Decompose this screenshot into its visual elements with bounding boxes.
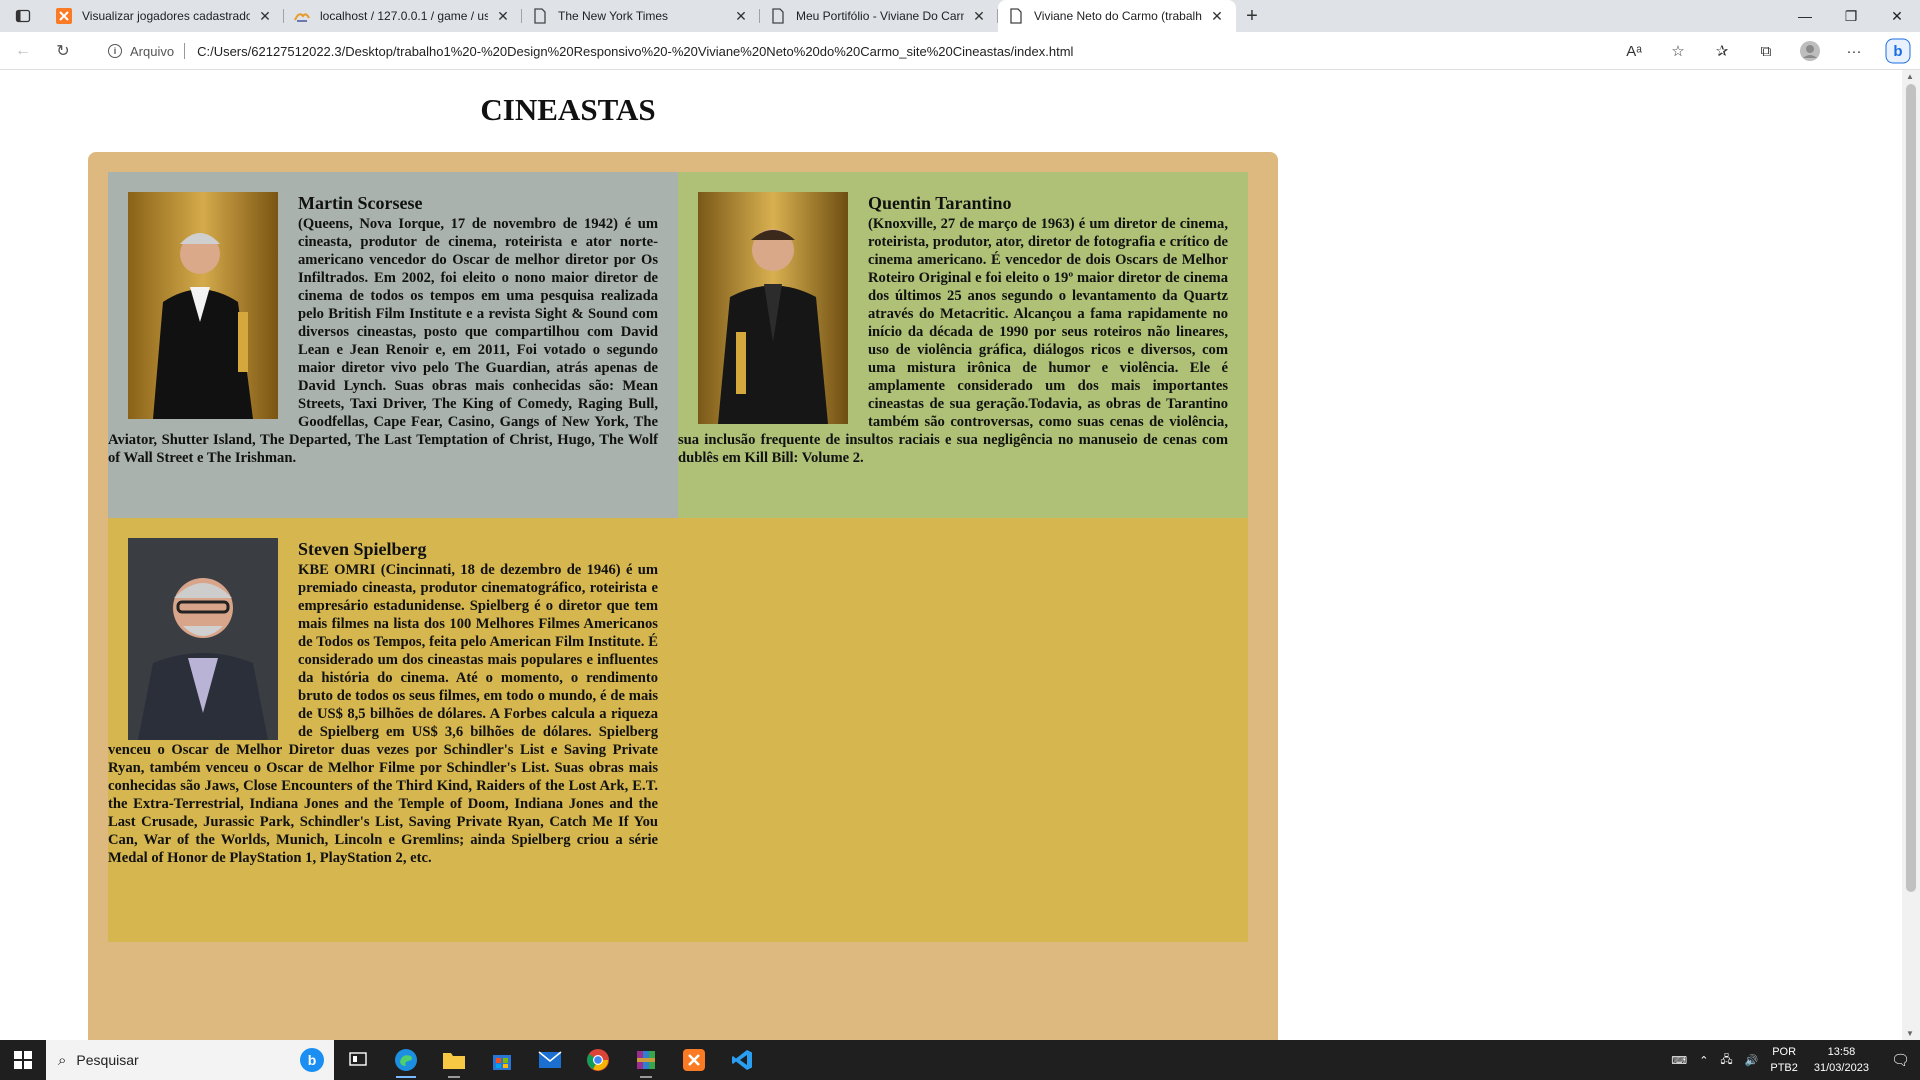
tab-visualizar-jogadores[interactable]: Visualizar jogadores cadastrados ✕ [46,0,284,32]
keyboard-icon[interactable]: ⌨ [1671,1054,1687,1067]
bing-copilot-icon[interactable]: b [1876,38,1920,64]
url-text[interactable]: C:/Users/62127512022.3/Desktop/trabalho1… [197,44,1073,59]
tab-title: Viviane Neto do Carmo (trabalho [1034,9,1202,23]
store-button[interactable] [478,1040,526,1080]
close-tab-icon[interactable]: ✕ [732,8,750,25]
tab-actions-icon [15,9,31,23]
notification-icon[interactable]: 🗨 [1891,1051,1910,1069]
spielberg-photo [128,538,278,740]
phpmyadmin-icon [294,8,310,24]
task-view-icon [349,1052,367,1066]
taskbar: ⌕ Pesquisar b ⌨ ⌃ 🖧 🔊 POR PTB2 13:58 31/… [0,1040,1920,1080]
winrar-icon [637,1051,655,1069]
mail-icon [538,1051,562,1068]
page-title: CINEASTAS [480,92,656,127]
close-tab-icon[interactable]: ✕ [494,8,512,25]
add-favorite-icon[interactable]: ☆ [1656,42,1700,60]
browser-toolbar: Aᵃ ☆ ✰ ⧉ ··· b [1612,32,1920,70]
xampp-taskbar-button[interactable] [670,1040,718,1080]
page-icon [532,8,548,24]
search-placeholder: Pesquisar [76,1052,139,1068]
close-tab-icon[interactable]: ✕ [1208,8,1226,25]
language-indicator[interactable]: POR PTB2 [1770,1044,1798,1076]
scrollbar-thumb[interactable] [1906,84,1916,892]
reload-icon: ↻ [56,42,70,60]
clock-date: 31/03/2023 [1813,1062,1869,1074]
scroll-down-icon[interactable]: ▼ [1906,1029,1914,1038]
network-icon[interactable]: 🖧 [1720,1051,1732,1070]
close-tab-icon[interactable]: ✕ [256,8,274,25]
chrome-button[interactable] [574,1040,622,1080]
file-explorer-button[interactable] [430,1040,478,1080]
tab-actions-button[interactable] [0,0,46,32]
tab-title: The New York Times [558,9,669,23]
xampp-icon [56,8,72,24]
scroll-up-icon[interactable]: ▲ [1906,72,1914,81]
taskbar-search[interactable]: ⌕ Pesquisar b [46,1040,334,1080]
tab-portfolio[interactable]: Meu Portifólio - Viviane Do Carm ✕ [760,0,998,32]
edge-icon [395,1049,417,1071]
windows-icon [14,1051,32,1069]
card-steven-spielberg: Steven Spielberg KBE OMRI (Cincinnati, 1… [108,518,1248,942]
favorites-icon[interactable]: ✰ [1700,42,1744,60]
winrar-button[interactable] [622,1040,670,1080]
tab-cineastas-active[interactable]: Viviane Neto do Carmo (trabalho ✕ [998,0,1236,32]
mail-button[interactable] [526,1040,574,1080]
close-window-button[interactable]: ✕ [1874,0,1920,32]
xampp-icon [683,1049,705,1071]
start-button[interactable] [0,1040,46,1080]
vertical-scrollbar[interactable]: ▲ ▼ [1902,70,1920,1040]
more-menu-icon[interactable]: ··· [1832,43,1876,60]
vscode-button[interactable] [718,1040,766,1080]
tab-title: Visualizar jogadores cadastrados [82,9,250,23]
page-icon [1008,8,1024,24]
clock[interactable]: 13:58 31/03/2023 [1814,1044,1869,1076]
divider [184,43,186,59]
bing-icon[interactable]: b [300,1048,324,1072]
tab-title: Meu Portifólio - Viviane Do Carm [796,9,964,23]
edge-taskbar-button[interactable] [382,1040,430,1080]
restore-button[interactable]: ❐ [1828,0,1874,32]
chrome-icon [587,1049,609,1071]
scorsese-photo [128,192,278,419]
folder-icon [443,1053,465,1069]
window-controls: — ❐ ✕ [1782,0,1920,32]
page-icon [770,8,786,24]
card-quentin-tarantino: Quentin Tarantino (Knoxville, 27 de març… [678,172,1248,518]
profile-avatar[interactable] [1788,40,1832,62]
back-arrow-icon: ← [15,41,31,59]
cards-container: Martin Scorsese (Queens, Nova Iorque, 17… [88,152,1278,1040]
tarantino-photo [698,192,848,424]
page-viewport: CINEASTAS Martin Scorsese (Queens, Nova … [0,70,1902,1040]
keyboard-layout-label: PTB2 [1770,1062,1798,1074]
minimize-button[interactable]: — [1782,0,1828,32]
tab-bar: Visualizar jogadores cadastrados ✕ local… [0,0,1920,32]
tab-title: localhost / 127.0.0.1 / game / usu [320,9,488,23]
tab-nytimes[interactable]: The New York Times ✕ [522,0,760,32]
new-tab-button[interactable]: + [1236,0,1268,32]
card-martin-scorsese: Martin Scorsese (Queens, Nova Iorque, 17… [108,172,678,518]
address-bar: ← ↻ i Arquivo C:/Users/62127512022.3/Des… [0,32,1920,70]
reload-button[interactable]: ↻ [46,34,80,68]
back-button[interactable]: ← [6,34,40,68]
clock-time: 13:58 [1827,1046,1856,1058]
collections-icon[interactable]: ⧉ [1744,43,1788,60]
vscode-icon [732,1050,752,1070]
volume-icon[interactable]: 🔊 [1745,1054,1759,1067]
plus-icon: + [1246,4,1258,27]
close-tab-icon[interactable]: ✕ [970,8,988,25]
site-info-label[interactable]: Arquivo [130,44,174,59]
tab-phpmyadmin[interactable]: localhost / 127.0.0.1 / game / usu ✕ [284,0,522,32]
language-label: POR [1772,1046,1797,1058]
svg-text:b: b [1893,43,1902,60]
system-tray: ⌨ ⌃ 🖧 🔊 POR PTB2 13:58 31/03/2023 🗨 [1665,1040,1920,1080]
store-icon [493,1055,511,1070]
chevron-up-icon[interactable]: ⌃ [1699,1054,1708,1067]
info-icon[interactable]: i [108,44,122,58]
read-aloud-icon[interactable]: Aᵃ [1612,43,1656,60]
search-icon: ⌕ [58,1051,67,1069]
url-field[interactable]: i Arquivo C:/Users/62127512022.3/Desktop… [108,35,1668,67]
task-view-button[interactable] [334,1040,382,1080]
